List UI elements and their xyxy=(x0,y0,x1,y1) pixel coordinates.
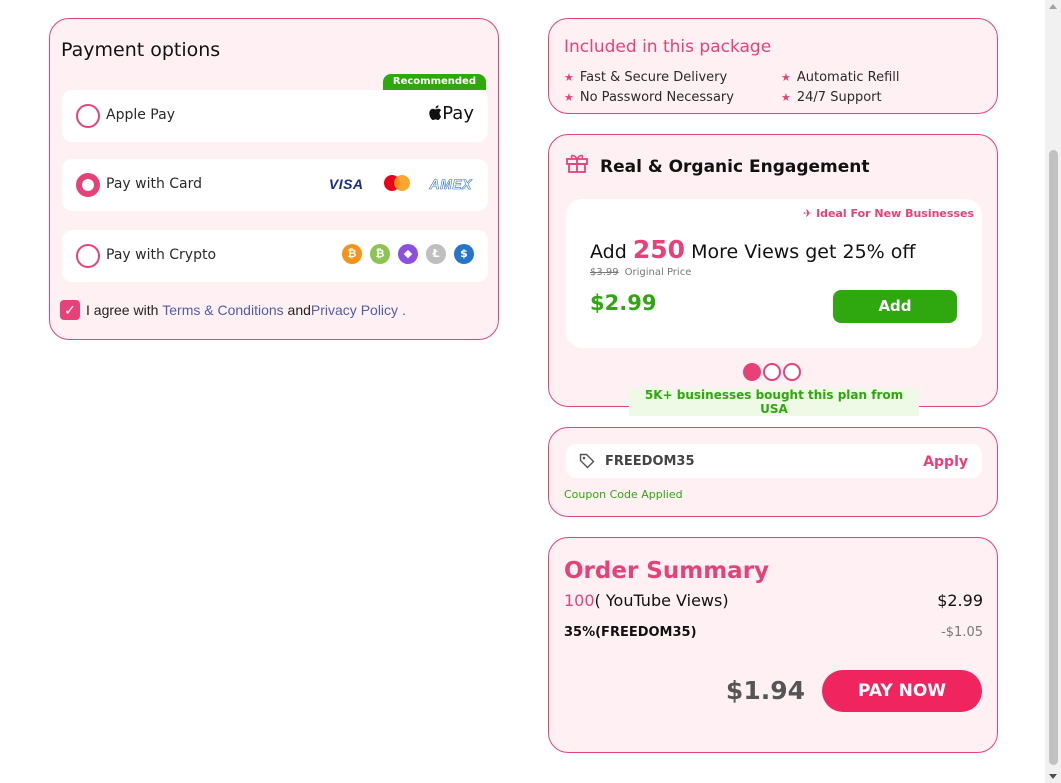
agree-and: and xyxy=(287,302,311,318)
gift-icon xyxy=(566,154,588,173)
add-button[interactable]: Add xyxy=(833,290,957,323)
apple-pay-radio[interactable] xyxy=(76,104,100,128)
feature-text: Fast & Secure Delivery xyxy=(579,70,728,85)
apple-pay-logo: Pay xyxy=(429,103,474,124)
feature-text: 24/7 Support xyxy=(796,90,882,105)
agree-suffix: . xyxy=(401,302,406,318)
offer-headline: Add 250 More Views get 25% off xyxy=(590,235,915,264)
feature-text: Automatic Refill xyxy=(796,70,900,85)
tag-icon xyxy=(579,453,595,469)
feature-item: ★ Fast & Secure Delivery xyxy=(564,70,727,85)
offer-prefix: Add xyxy=(590,241,627,263)
agree-prefix: I agree with xyxy=(86,302,159,318)
feature-item: ★ 24/7 Support xyxy=(781,90,882,105)
engagement-title: Real & Organic Engagement xyxy=(600,157,870,177)
recommended-badge: Recommended xyxy=(382,74,486,90)
offer-card: ✈ Ideal For New Businesses Add 250 More … xyxy=(566,199,982,348)
offer-suffix: More Views get 25% off xyxy=(691,241,916,263)
engagement-card: Real & Organic Engagement ✈ Ideal For Ne… xyxy=(548,134,998,416)
ethereum-icon: ◆ xyxy=(398,244,418,264)
payment-option-card[interactable]: Pay with Card VISA AMEX xyxy=(62,159,488,211)
offer-amount: 250 xyxy=(632,235,686,264)
coupon-card: FREEDOM35 Apply Coupon Code Applied xyxy=(548,427,998,517)
terms-agreement: ✓ I agree with Terms & Conditions and Pri… xyxy=(60,300,406,320)
apple-pay-label: Apple Pay xyxy=(106,107,175,123)
feature-item: ★ Automatic Refill xyxy=(781,70,900,85)
coupon-code: FREEDOM35 xyxy=(605,454,695,469)
scroll-thumb[interactable] xyxy=(1049,150,1058,765)
crypto-label: Pay with Crypto xyxy=(106,247,217,263)
card-radio[interactable] xyxy=(76,173,100,197)
scroll-down-arrow-icon[interactable] xyxy=(1049,774,1057,779)
original-price: $3.99 Original Price xyxy=(590,267,691,278)
summary-discount-row: 35%(FREEDOM35) -$1.05 xyxy=(564,625,983,640)
payment-option-apple-pay[interactable]: Apple Pay Pay xyxy=(62,90,488,142)
scrollbar[interactable] xyxy=(1045,0,1061,783)
carousel-dots xyxy=(743,363,801,381)
payment-options-card: Payment options Recommended Apple Pay Pa… xyxy=(49,18,499,340)
star-icon: ★ xyxy=(781,91,791,104)
card-brand-logos: VISA AMEX xyxy=(329,175,472,193)
bitcoin-cash-icon: ₿ xyxy=(370,244,390,264)
ideal-tag-text: Ideal For New Businesses xyxy=(816,207,974,220)
carousel-dot[interactable] xyxy=(783,363,801,381)
order-total: $1.94 xyxy=(725,676,805,705)
apple-pay-brand: Pay xyxy=(442,103,474,124)
payment-options-title: Payment options xyxy=(61,39,221,61)
apply-button[interactable]: Apply xyxy=(923,454,968,470)
star-icon: ★ xyxy=(564,71,574,84)
payment-option-crypto[interactable]: Pay with Crypto ₿ ₿ ◆ Ł $ xyxy=(62,230,488,282)
order-summary-card: Order Summary 100( YouTube Views) $2.99 … xyxy=(548,537,998,753)
discount-label: 35%(FREEDOM35) xyxy=(564,625,697,640)
summary-quantity: 100 xyxy=(564,591,595,610)
discount-value: -$1.05 xyxy=(941,625,983,640)
ideal-tag: ✈ Ideal For New Businesses xyxy=(803,207,974,220)
mastercard-icon xyxy=(383,175,410,193)
rocket-icon: ✈ xyxy=(803,207,813,220)
feature-item: ★ No Password Necessary xyxy=(564,90,734,105)
order-summary-title: Order Summary xyxy=(564,558,770,584)
offer-price: $2.99 xyxy=(590,291,657,315)
coupon-status: Coupon Code Applied xyxy=(564,488,683,501)
crypto-radio[interactable] xyxy=(76,244,100,268)
summary-item: ( YouTube Views) xyxy=(594,591,729,610)
card-label: Pay with Card xyxy=(106,176,203,192)
social-proof: 5K+ businesses bought this plan from USA xyxy=(629,388,919,416)
terms-link[interactable]: Terms & Conditions xyxy=(162,302,283,318)
usdc-icon: $ xyxy=(454,244,474,264)
carousel-dot[interactable] xyxy=(763,363,781,381)
privacy-link[interactable]: Privacy Policy xyxy=(311,302,398,318)
star-icon: ★ xyxy=(781,71,791,84)
included-title: Included in this package xyxy=(564,37,772,57)
visa-icon: VISA xyxy=(328,176,364,192)
apple-icon xyxy=(429,105,442,121)
carousel-dot[interactable] xyxy=(743,363,761,381)
scroll-up-arrow-icon[interactable] xyxy=(1049,4,1057,9)
bitcoin-icon: ₿ xyxy=(342,244,362,264)
summary-item-price: $2.99 xyxy=(937,591,983,610)
pay-now-button[interactable]: PAY NOW xyxy=(822,670,982,712)
agree-checkbox[interactable]: ✓ xyxy=(60,300,80,320)
litecoin-icon: Ł xyxy=(426,244,446,264)
feature-text: No Password Necessary xyxy=(579,90,734,105)
crypto-coin-icons: ₿ ₿ ◆ Ł $ xyxy=(342,244,474,264)
summary-item-row: 100( YouTube Views) $2.99 xyxy=(564,591,983,610)
included-package-card: Included in this package ★ Fast & Secure … xyxy=(548,18,998,114)
amex-icon: AMEX xyxy=(429,176,472,193)
original-price-value: $3.99 xyxy=(590,267,619,278)
star-icon: ★ xyxy=(564,91,574,104)
coupon-input[interactable]: FREEDOM35 Apply xyxy=(566,444,982,478)
original-price-label: Original Price xyxy=(624,267,692,278)
